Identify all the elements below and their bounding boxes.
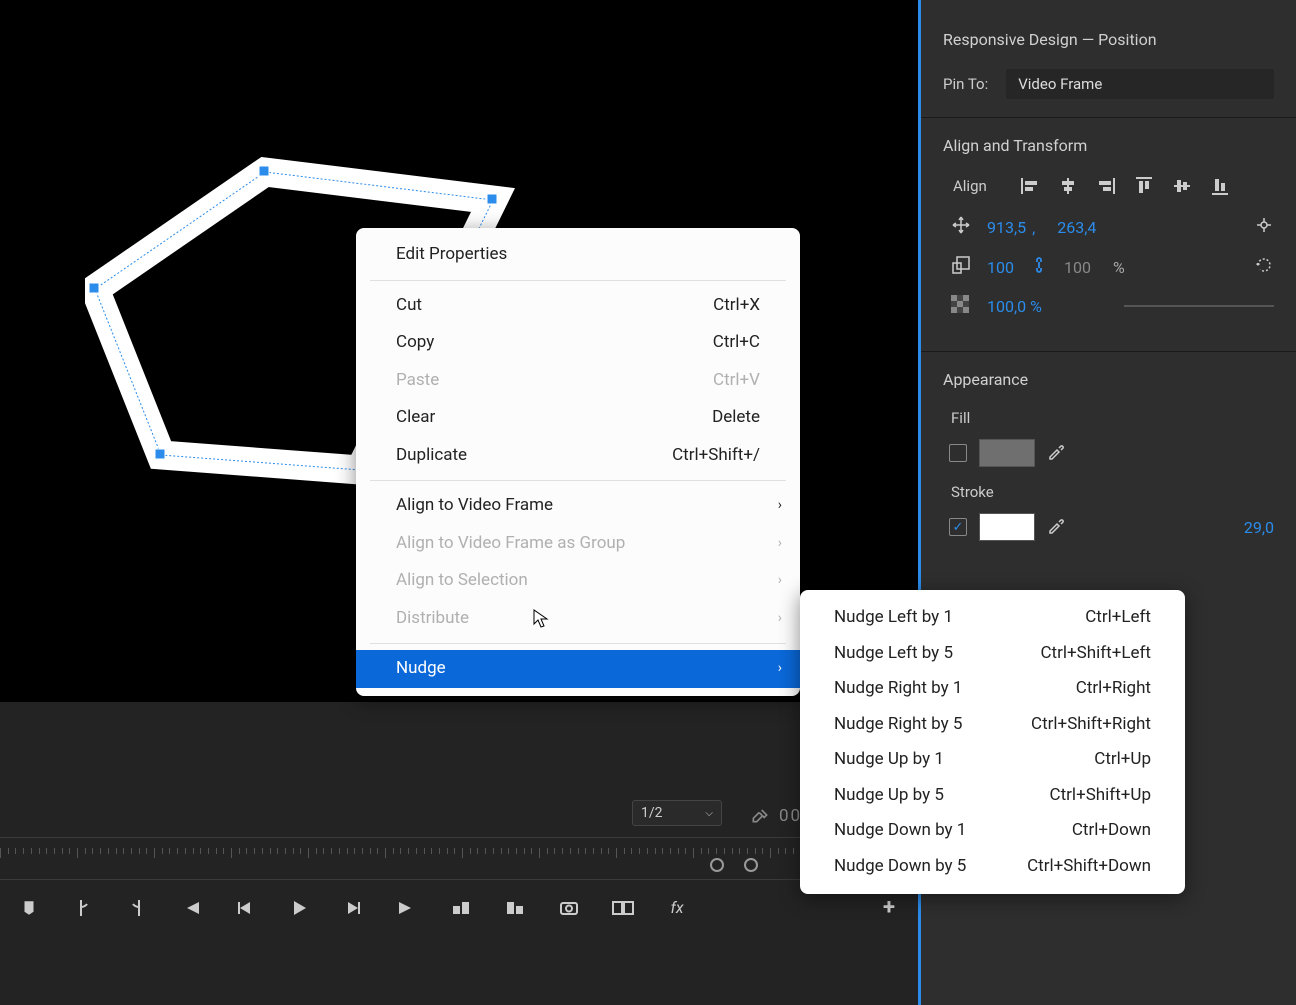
align-vcenter-icon[interactable] <box>1171 175 1193 197</box>
align-transform-section: Align and Transform Align 913,5 , 263,4 … <box>921 118 1296 352</box>
menu-distribute: Distribute› <box>356 600 800 638</box>
chevron-right-icon: › <box>778 608 782 629</box>
opacity-icon <box>951 295 975 317</box>
mark-out-icon[interactable] <box>126 897 148 919</box>
appearance-section: Appearance Fill Stroke 29,0 <box>921 352 1296 575</box>
menu-nudge[interactable]: Nudge› <box>356 650 800 688</box>
eyedropper-icon[interactable] <box>1047 516 1065 538</box>
go-to-in-icon[interactable] <box>180 897 202 919</box>
menu-edit-properties[interactable]: Edit Properties <box>356 236 800 274</box>
position-x-value[interactable]: 913,5 <box>987 218 1026 237</box>
menu-cut[interactable]: CutCtrl+X <box>356 287 800 325</box>
position-y-value[interactable]: 263,4 <box>1057 218 1096 237</box>
export-frame-icon[interactable] <box>558 897 580 919</box>
align-left-icon[interactable] <box>1019 175 1041 197</box>
position-sep: , <box>1032 218 1035 237</box>
resolution-dropdown[interactable]: 1/2 ⌵ <box>632 800 722 826</box>
align-right-icon[interactable] <box>1095 175 1117 197</box>
go-to-out-icon[interactable] <box>396 897 418 919</box>
submenu-item-7[interactable]: Nudge Down by 5Ctrl+Shift+Down <box>800 849 1185 885</box>
chevron-right-icon: › <box>778 570 782 591</box>
submenu-item-4[interactable]: Nudge Up by 1Ctrl+Up <box>800 742 1185 778</box>
submenu-item-0[interactable]: Nudge Left by 1Ctrl+Left <box>800 600 1185 636</box>
submenu-item-2[interactable]: Nudge Right by 1Ctrl+Right <box>800 671 1185 707</box>
position-icon <box>951 215 975 239</box>
chevron-down-icon: ⌵ <box>705 808 713 819</box>
mark-in-icon[interactable] <box>72 897 94 919</box>
align-transform-heading: Align and Transform <box>943 136 1274 155</box>
menu-align-selection: Align to Selection› <box>356 562 800 600</box>
rotation-reset-icon[interactable] <box>1254 255 1274 279</box>
step-forward-icon[interactable] <box>342 897 364 919</box>
fill-color-swatch[interactable] <box>979 439 1035 467</box>
lift-icon[interactable] <box>450 897 472 919</box>
settings-wrench-icon[interactable] <box>750 805 770 829</box>
menu-copy[interactable]: CopyCtrl+C <box>356 324 800 362</box>
align-top-icon[interactable] <box>1133 175 1155 197</box>
fill-toggle-checkbox[interactable] <box>949 444 967 462</box>
menu-duplicate[interactable]: DuplicateCtrl+Shift+/ <box>356 437 800 475</box>
resolution-value: 1/2 <box>641 805 663 821</box>
opacity-value[interactable]: 100,0 % <box>987 297 1042 316</box>
link-scale-icon[interactable] <box>1032 256 1046 278</box>
transport-toolbar: fx + <box>0 879 918 935</box>
fx-icon[interactable]: fx <box>666 897 688 919</box>
align-hcenter-icon[interactable] <box>1057 175 1079 197</box>
responsive-design-section: Responsive Design — Position Pin To: Vid… <box>921 0 1296 118</box>
submenu-item-1[interactable]: Nudge Left by 5Ctrl+Shift+Left <box>800 636 1185 672</box>
submenu-item-5[interactable]: Nudge Up by 5Ctrl+Shift+Up <box>800 778 1185 814</box>
timeline-ruler[interactable]: // ticks generated below via simple loop… <box>0 837 918 879</box>
submenu-item-6[interactable]: Nudge Down by 1Ctrl+Down <box>800 813 1185 849</box>
submenu-item-3[interactable]: Nudge Right by 5Ctrl+Shift+Right <box>800 707 1185 743</box>
menu-align-video-frame[interactable]: Align to Video Frame› <box>356 487 800 525</box>
align-label: Align <box>953 177 1003 195</box>
responsive-heading: Responsive Design — Position <box>943 30 1274 49</box>
chevron-right-icon: › <box>778 658 782 679</box>
context-menu: Edit Properties CutCtrl+X CopyCtrl+C Pas… <box>356 228 800 696</box>
stroke-label: Stroke <box>943 483 1274 501</box>
scale-unit: % <box>1113 258 1125 277</box>
timecode-display: 00 <box>779 806 802 826</box>
menu-paste: PasteCtrl+V <box>356 362 800 400</box>
appearance-heading: Appearance <box>943 370 1274 389</box>
plus-icon[interactable]: + <box>878 897 900 919</box>
scale-h-value: 100 <box>1064 258 1091 277</box>
step-back-icon[interactable] <box>234 897 256 919</box>
playhead-markers <box>710 858 758 872</box>
nudge-submenu: Nudge Left by 1Ctrl+LeftNudge Left by 5C… <box>800 590 1185 894</box>
menu-align-video-frame-group: Align to Video Frame as Group› <box>356 525 800 563</box>
marker-out-icon[interactable] <box>744 858 758 872</box>
chevron-right-icon: › <box>778 495 782 516</box>
eyedropper-icon[interactable] <box>1047 442 1065 464</box>
stroke-color-swatch[interactable] <box>979 513 1035 541</box>
extract-icon[interactable] <box>504 897 526 919</box>
marker-in-icon[interactable] <box>710 858 724 872</box>
opacity-slider-track[interactable] <box>1124 305 1274 307</box>
add-marker-icon[interactable] <box>18 897 40 919</box>
play-icon[interactable] <box>288 897 310 919</box>
scale-w-value[interactable]: 100 <box>987 258 1014 277</box>
stroke-width-value[interactable]: 29,0 <box>1244 518 1274 537</box>
fill-label: Fill <box>943 409 1274 427</box>
stroke-toggle-checkbox[interactable] <box>949 518 967 536</box>
anchor-point-icon[interactable] <box>1254 215 1274 239</box>
menu-clear[interactable]: ClearDelete <box>356 399 800 437</box>
chevron-right-icon: › <box>778 533 782 554</box>
pin-to-dropdown[interactable]: Video Frame <box>1006 69 1274 99</box>
comparison-view-icon[interactable] <box>612 897 634 919</box>
scale-icon <box>951 255 975 279</box>
pin-to-label: Pin To: <box>943 75 988 93</box>
align-bottom-icon[interactable] <box>1209 175 1231 197</box>
